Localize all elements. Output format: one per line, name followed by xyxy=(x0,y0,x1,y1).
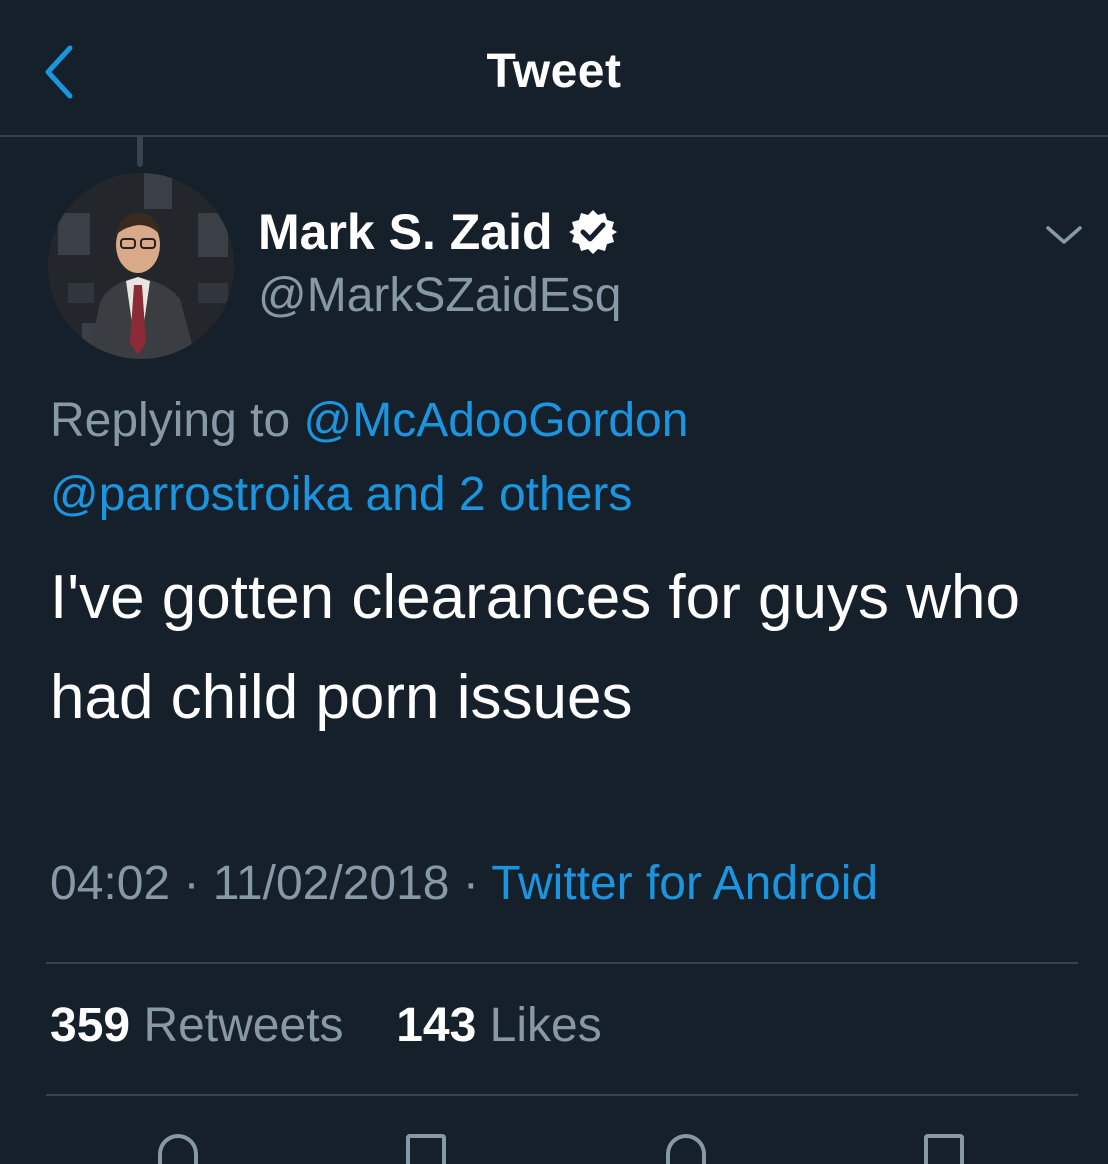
likes-stat[interactable]: 143 Likes xyxy=(396,999,602,1052)
retweet-icon[interactable] xyxy=(406,1134,446,1164)
tweet-metadata: 04:02 · 11/02/2018 · Twitter for Android xyxy=(50,856,878,911)
chevron-down-icon xyxy=(1046,226,1082,244)
author-display-name[interactable]: Mark S. Zaid xyxy=(258,203,553,261)
like-icon[interactable] xyxy=(666,1134,706,1164)
mention-link[interactable]: @McAdooGordon xyxy=(303,394,688,447)
other-mentions-link[interactable]: and 2 others xyxy=(366,468,633,521)
likes-count: 143 xyxy=(396,999,477,1052)
tweet-time[interactable]: 04:02 xyxy=(50,857,170,910)
thread-connector-line xyxy=(137,137,143,167)
verified-badge-icon xyxy=(568,210,617,254)
tweet-text: I've gotten clearances for guys who had … xyxy=(50,563,1020,732)
tweet-date[interactable]: 11/02/2018 xyxy=(213,857,450,910)
avatar[interactable] xyxy=(48,173,234,359)
more-options-button[interactable] xyxy=(1040,216,1088,256)
tweet-stats: 359 Retweets 143 Likes xyxy=(50,998,602,1053)
retweets-label: Retweets xyxy=(143,999,344,1052)
mention-link[interactable]: @parrostroika xyxy=(50,468,352,521)
divider xyxy=(46,1094,1078,1096)
replying-to-prefix: Replying to xyxy=(50,394,291,447)
retweets-count: 359 xyxy=(50,999,131,1052)
meta-separator: · xyxy=(462,857,479,910)
author-handle[interactable]: @MarkSZaidEsq xyxy=(258,268,622,323)
reply-icon[interactable] xyxy=(158,1134,198,1164)
divider xyxy=(46,962,1078,964)
top-navigation-bar: Tweet xyxy=(0,0,1108,137)
likes-label: Likes xyxy=(489,999,602,1052)
tweet-action-bar xyxy=(0,1128,1108,1164)
page-title: Tweet xyxy=(486,45,622,98)
retweets-stat[interactable]: 359 Retweets xyxy=(50,999,357,1052)
author-name-row[interactable]: Mark S. Zaid xyxy=(258,200,617,264)
meta-separator: · xyxy=(183,857,200,910)
replying-to-context: Replying to @McAdooGordon @parrostroika … xyxy=(50,384,1070,532)
tweet-source-link[interactable]: Twitter for Android xyxy=(491,857,878,910)
share-icon[interactable] xyxy=(924,1134,964,1164)
